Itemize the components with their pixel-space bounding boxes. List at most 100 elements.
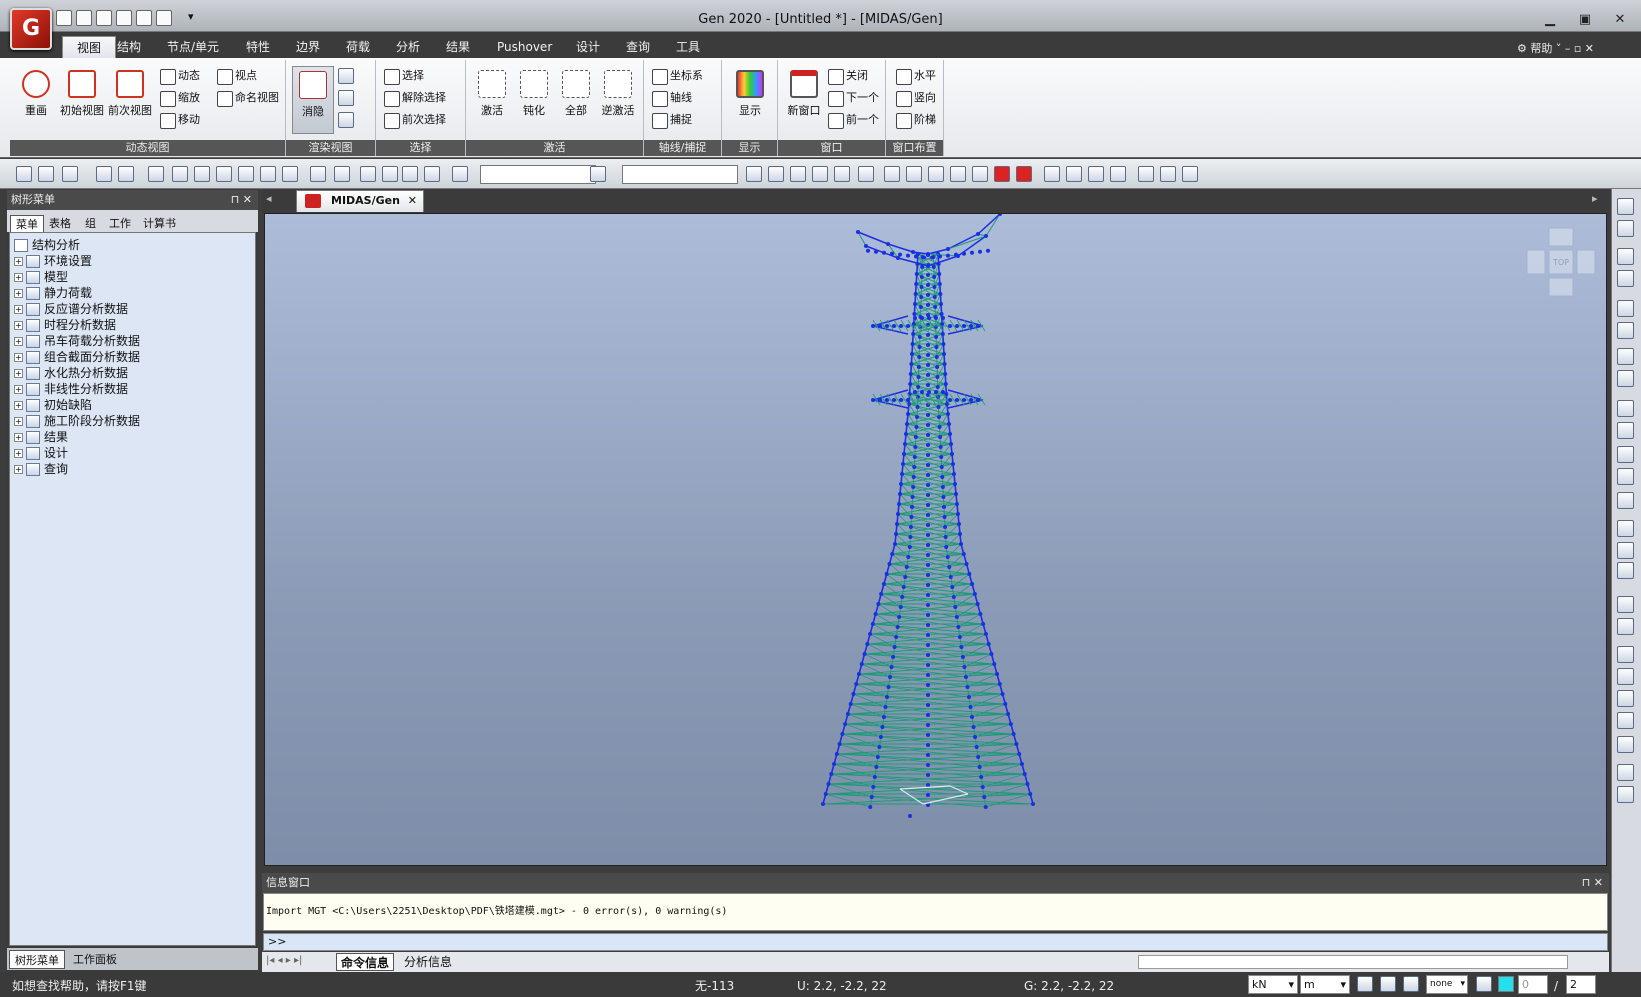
- shade-icon[interactable]: [338, 90, 354, 106]
- dynamic-button[interactable]: 动态: [158, 66, 200, 86]
- expand-icon[interactable]: +: [14, 465, 23, 474]
- hide-button[interactable]: 消隐: [292, 66, 334, 134]
- right-tool-icon[interactable]: [1617, 492, 1634, 509]
- prev-view-button[interactable]: 前次视图: [106, 70, 154, 118]
- expand-icon[interactable]: +: [14, 321, 23, 330]
- prev-select-button[interactable]: 前次选择: [382, 110, 446, 130]
- toolbar-tool-icon[interactable]: [906, 166, 922, 182]
- tab-scroll-right-icon[interactable]: ▸: [1592, 192, 1598, 205]
- right-tool-icon[interactable]: [1617, 270, 1634, 287]
- tree-item[interactable]: + 静力荷载: [14, 285, 92, 301]
- activate-button[interactable]: 激活: [470, 70, 514, 118]
- toolbar-tool-icon[interactable]: [382, 166, 398, 182]
- tab-command-info[interactable]: 命令信息: [336, 953, 395, 971]
- expand-icon[interactable]: +: [14, 273, 23, 282]
- right-tool-icon[interactable]: [1617, 562, 1634, 579]
- tree-item[interactable]: + 结果: [14, 429, 68, 445]
- select-filter-combo[interactable]: [480, 165, 596, 184]
- toolbar-tool-icon[interactable]: [1110, 166, 1126, 182]
- length-unit-select[interactable]: m ▾: [1300, 975, 1350, 994]
- toolbar-tool-icon[interactable]: [1138, 166, 1154, 182]
- toolbar-tool-icon[interactable]: [38, 166, 54, 182]
- maximize-button[interactable]: ▣: [1574, 12, 1596, 28]
- app-logo-button[interactable]: G: [10, 8, 52, 50]
- toolbar-tool-icon[interactable]: [790, 166, 806, 182]
- right-tool-icon[interactable]: [1617, 198, 1634, 215]
- page-current-field[interactable]: 0: [1518, 975, 1548, 994]
- tab-pushover[interactable]: Pushover: [483, 36, 566, 58]
- toolbar-tool-icon[interactable]: [360, 166, 376, 182]
- help-question-icon[interactable]: [1476, 976, 1492, 992]
- horizontal-scrollbar[interactable]: [1138, 955, 1568, 969]
- expand-icon[interactable]: +: [14, 433, 23, 442]
- right-tool-icon[interactable]: [1617, 596, 1634, 613]
- deselect-button[interactable]: 解除选择: [382, 88, 446, 108]
- move-button[interactable]: 移动: [158, 110, 200, 130]
- tree-item[interactable]: + 组合截面分析数据: [14, 349, 140, 365]
- toolbar-tool-icon[interactable]: [746, 166, 762, 182]
- right-tool-icon[interactable]: [1617, 520, 1634, 537]
- color-swatch[interactable]: [1498, 976, 1514, 992]
- right-tool-icon[interactable]: [1617, 400, 1634, 417]
- toolbar-tool-icon[interactable]: [118, 166, 134, 182]
- toolbar-tool-icon[interactable]: [96, 166, 112, 182]
- command-line[interactable]: >>: [263, 933, 1608, 951]
- tab-report[interactable]: 计算书: [138, 215, 181, 232]
- toolbar-tool-icon[interactable]: [282, 166, 298, 182]
- toolbar-tool-icon[interactable]: [402, 166, 418, 182]
- deactivate-button[interactable]: 钝化: [512, 70, 556, 118]
- toolbar-tool-icon[interactable]: [858, 166, 874, 182]
- toolbar-tool-icon[interactable]: [1066, 166, 1082, 182]
- snap-grid-icon[interactable]: [1380, 976, 1396, 992]
- toolbar-tool-icon[interactable]: [238, 166, 254, 182]
- redraw-button[interactable]: 重画: [14, 70, 58, 118]
- snap-node-icon[interactable]: [1357, 976, 1373, 992]
- snap-button[interactable]: 捕捉: [650, 110, 692, 130]
- tree-item[interactable]: + 水化热分析数据: [14, 365, 128, 381]
- document-tab[interactable]: MIDAS/Gen ✕: [296, 190, 424, 212]
- zoom-button[interactable]: 缩放: [158, 88, 200, 108]
- toolbar-tool-icon[interactable]: [452, 166, 468, 182]
- tab-tools[interactable]: 工具: [662, 36, 714, 58]
- expand-icon[interactable]: +: [14, 305, 23, 314]
- tab-results[interactable]: 结果: [432, 36, 484, 58]
- minimize-button[interactable]: ▁: [1539, 12, 1561, 28]
- expand-icon[interactable]: +: [14, 289, 23, 298]
- tab-query[interactable]: 查询: [612, 36, 664, 58]
- toolbar-tool-icon[interactable]: [424, 166, 440, 182]
- tab-node-element[interactable]: 节点/单元: [153, 36, 233, 58]
- activate-all-button[interactable]: 全部: [554, 70, 598, 118]
- toolbar-tool-icon[interactable]: [216, 166, 232, 182]
- tree-item[interactable]: + 模型: [14, 269, 68, 285]
- toolbar-tool-icon[interactable]: [1044, 166, 1060, 182]
- tab-menu[interactable]: 菜单: [10, 215, 44, 232]
- toolbar-tool-icon[interactable]: [1016, 166, 1032, 182]
- tree-item[interactable]: + 反应谱分析数据: [14, 301, 128, 317]
- toolbar-tool-icon[interactable]: [928, 166, 944, 182]
- prev-window-button[interactable]: 前一个: [826, 110, 879, 130]
- info-pin-close-icon[interactable]: ⊓ ✕: [1582, 873, 1603, 893]
- named-plane-combo[interactable]: [622, 165, 738, 184]
- tree-root[interactable]: 结构分析: [14, 237, 80, 253]
- right-tool-icon[interactable]: [1617, 468, 1634, 485]
- mode-select[interactable]: none ▾: [1426, 975, 1468, 994]
- right-tool-icon[interactable]: [1617, 690, 1634, 707]
- tab-load[interactable]: 荷载: [332, 36, 384, 58]
- globe-icon[interactable]: [338, 112, 354, 128]
- tab-boundary[interactable]: 边界: [282, 36, 334, 58]
- toolbar-tool-icon[interactable]: [834, 166, 850, 182]
- expand-icon[interactable]: +: [14, 401, 23, 410]
- right-tool-icon[interactable]: [1617, 322, 1634, 339]
- view-cube[interactable]: TOP: [1525, 226, 1597, 298]
- tab-nav-arrows[interactable]: |◂ ◂ ▸ ▸|: [266, 955, 302, 966]
- model-viewport[interactable]: [264, 212, 1607, 866]
- tab-structure[interactable]: 结构: [103, 36, 155, 58]
- right-tool-icon[interactable]: [1617, 542, 1634, 559]
- named-view-button[interactable]: 命名视图: [215, 88, 279, 108]
- toolbar-tool-icon[interactable]: [16, 166, 32, 182]
- right-tool-icon[interactable]: [1617, 712, 1634, 729]
- expand-icon[interactable]: +: [14, 449, 23, 458]
- toolbar-tool-icon[interactable]: [334, 166, 350, 182]
- toolbar-tool-icon[interactable]: [172, 166, 188, 182]
- tree-item[interactable]: + 环境设置: [14, 253, 92, 269]
